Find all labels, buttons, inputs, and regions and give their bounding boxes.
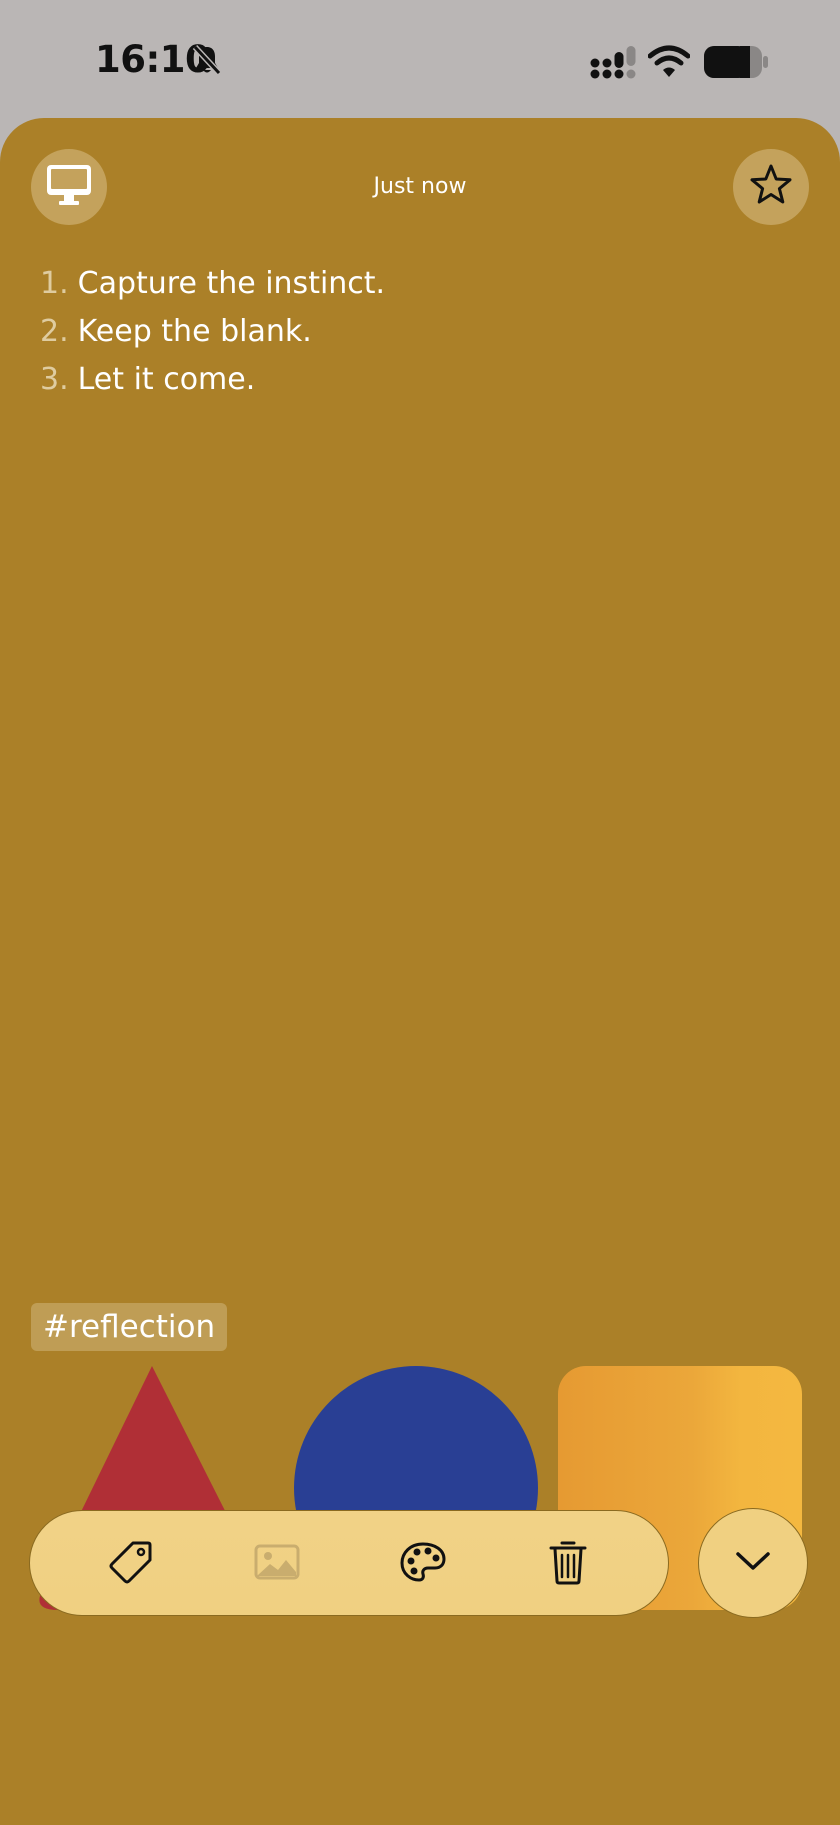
- list-item[interactable]: 3. Let it come.: [40, 356, 385, 404]
- list-item[interactable]: 1. Capture the instinct.: [40, 260, 385, 308]
- collapse-button[interactable]: [698, 1508, 808, 1618]
- palette-button[interactable]: [395, 1536, 451, 1592]
- list-text: Capture the instinct.: [77, 266, 386, 301]
- tag-button[interactable]: [103, 1536, 159, 1592]
- image-icon: [254, 1544, 300, 1584]
- battery-icon: [704, 46, 768, 82]
- trash-icon: [548, 1539, 588, 1589]
- delete-button[interactable]: [540, 1536, 596, 1592]
- list-number: 1.: [40, 266, 69, 301]
- bottom-toolbar: [29, 1510, 669, 1616]
- chevron-down-icon: [735, 1550, 771, 1576]
- list-text: Let it come.: [77, 362, 256, 397]
- tag-icon: [108, 1539, 154, 1589]
- bell-slash-icon: [192, 44, 222, 80]
- list-text: Keep the blank.: [77, 314, 312, 349]
- note-list[interactable]: 1. Capture the instinct. 2. Keep the blank…: [40, 260, 385, 404]
- note-sheet: Just now 1. Capture the instinct. 2. Keep …: [0, 118, 840, 1825]
- list-number: 2.: [40, 314, 69, 349]
- wifi-icon: [647, 44, 691, 82]
- palette-icon: [399, 1541, 447, 1587]
- list-number: 3.: [40, 362, 69, 397]
- list-item[interactable]: 2. Keep the blank.: [40, 308, 385, 356]
- status-bar: 16:10: [0, 0, 840, 118]
- signal-icon: [590, 46, 636, 84]
- timestamp: Just now: [373, 174, 467, 199]
- favorite-button[interactable]: [733, 149, 809, 225]
- image-button[interactable]: [249, 1536, 305, 1592]
- hashtag-chip[interactable]: #reflection: [31, 1303, 228, 1351]
- star-icon: [749, 163, 793, 211]
